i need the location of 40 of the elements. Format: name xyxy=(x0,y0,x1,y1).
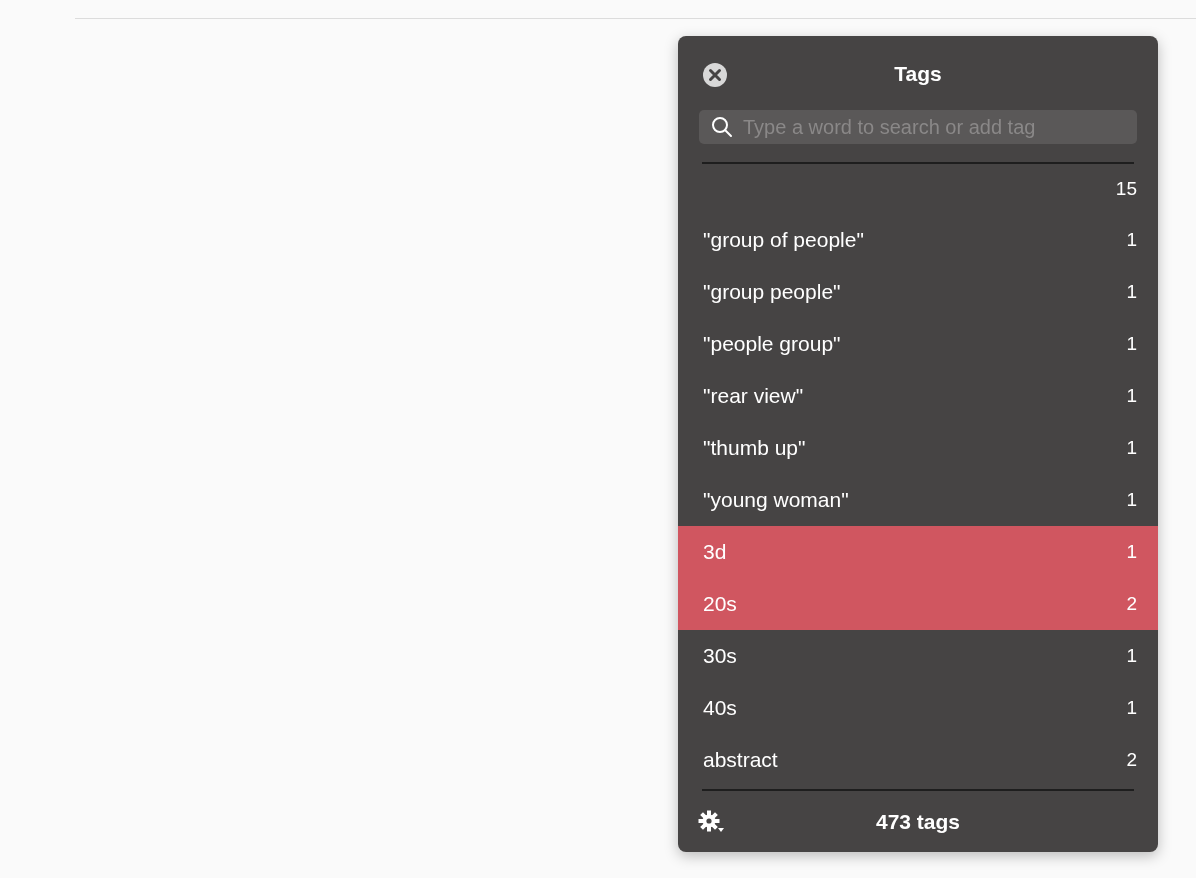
tag-count: 1 xyxy=(1126,229,1137,251)
settings-menu-button[interactable] xyxy=(698,809,724,834)
tag-count: 1 xyxy=(1126,333,1137,355)
tag-label: 30s xyxy=(703,644,738,668)
tag-label: 20s xyxy=(703,592,738,616)
tag-row[interactable]: abstract 2 xyxy=(678,734,1158,786)
tag-count: 1 xyxy=(1126,281,1137,303)
tag-row[interactable]: "young woman" 1 xyxy=(678,474,1158,526)
tag-row[interactable]: 30s 1 xyxy=(678,630,1158,682)
tag-label: 40s xyxy=(703,696,738,720)
tag-count: 2 xyxy=(1126,749,1137,771)
tag-count: 2 xyxy=(1126,593,1137,615)
tag-count: 1 xyxy=(1126,385,1137,407)
tag-label: "group people" xyxy=(703,280,842,304)
tag-row[interactable]: "thumb up" 1 xyxy=(678,422,1158,474)
tag-row[interactable]: 3d 1 xyxy=(678,526,1158,578)
tag-count: 1 xyxy=(1126,437,1137,459)
tag-row[interactable]: "group people" 1 xyxy=(678,266,1158,318)
tag-row[interactable]: "rear view" 1 xyxy=(678,370,1158,422)
tag-count: 1 xyxy=(1126,645,1137,667)
tag-label: "thumb up" xyxy=(703,436,807,460)
tag-count: 15 xyxy=(1115,178,1137,200)
tag-row[interactable]: "people group" 1 xyxy=(678,318,1158,370)
panel-title: Tags xyxy=(894,61,942,86)
tag-label: 3d xyxy=(703,540,728,564)
tag-count: 1 xyxy=(1126,697,1137,719)
close-icon[interactable] xyxy=(702,62,728,88)
tag-total: 473 tags xyxy=(875,809,961,834)
search-icon xyxy=(711,116,733,138)
tag-label: "group of people" xyxy=(703,228,865,252)
tag-label: "young woman" xyxy=(703,488,850,512)
tag-row[interactable]: 40s 1 xyxy=(678,682,1158,734)
tag-count: 1 xyxy=(1126,541,1137,563)
tag-row[interactable]: 20s 2 xyxy=(678,578,1158,630)
tag-label: "rear view" xyxy=(703,384,805,408)
tag-row[interactable]: "group of people" 1 xyxy=(678,214,1158,266)
tag-row[interactable]: 15 xyxy=(678,164,1158,214)
tag-label: abstract xyxy=(703,748,779,772)
tag-label: "people group" xyxy=(703,332,842,356)
tag-count: 1 xyxy=(1126,489,1137,511)
